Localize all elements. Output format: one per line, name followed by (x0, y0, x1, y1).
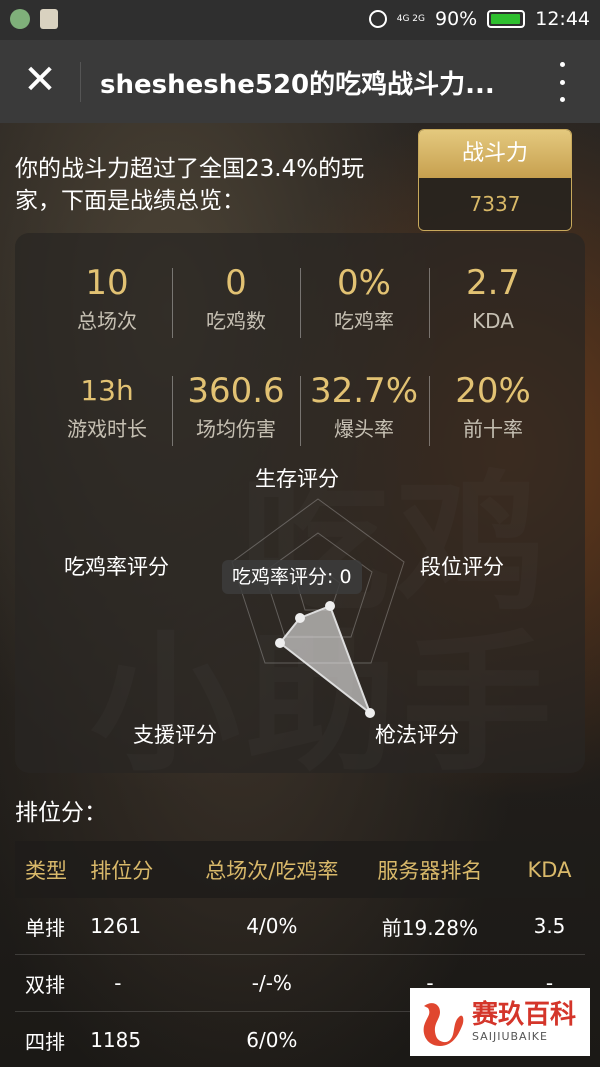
header-server-rank: 服务器排名 (345, 841, 515, 898)
radar-point[interactable] (275, 638, 285, 648)
cell-score: 1261 (89, 898, 198, 955)
radar-axis-rank: 段位评分 (420, 555, 504, 579)
status-bar: 4G 2G 90% 12:44 (0, 0, 600, 40)
battery-percent: 90% (435, 8, 478, 30)
radar-point[interactable] (295, 613, 305, 623)
app-notification-icon (10, 9, 30, 29)
cell-kda: 3.5 (514, 898, 585, 955)
close-button[interactable]: ✕ (18, 58, 62, 102)
table-row[interactable]: 单排 1261 4/0% 前19.28% 3.5 (15, 898, 585, 955)
cell-type: 双排 (15, 954, 90, 1012)
more-menu-button[interactable] (554, 62, 570, 102)
header-games: 总场次/吃鸡率 (197, 841, 346, 898)
radar-tooltip: 吃鸡率评分: 0 (222, 560, 362, 594)
alarm-icon (368, 10, 387, 28)
cell-type: 单排 (15, 898, 90, 955)
header-kda: KDA (514, 841, 585, 898)
radar-axis-survival: 生存评分 (255, 467, 339, 491)
title-divider (80, 62, 81, 102)
more-dot-icon (559, 62, 565, 67)
cell-score: - (89, 954, 198, 1012)
network-indicator: 4G 2G (396, 14, 425, 24)
cell-games: 4/0% (197, 898, 346, 955)
watermark-sub: SAIJIUBAIKE (472, 1030, 548, 1043)
radar-axis-support: 支援评分 (133, 723, 217, 747)
radar-axis-chicken-rate: 吃鸡率评分 (64, 555, 169, 579)
cell-score: 1185 (89, 1011, 198, 1067)
more-dot-icon (559, 79, 565, 85)
radar-point[interactable] (325, 601, 335, 611)
page-title: shesheshe520的吃鸡战斗力... (100, 70, 495, 100)
ranking-title: 排位分： (15, 800, 107, 826)
more-dot-icon (559, 97, 565, 102)
radar-area (278, 604, 373, 716)
ranking-header-row: 类型 排位分 总场次/吃鸡率 服务器排名 KDA (15, 841, 585, 898)
cell-games: -/-% (197, 954, 346, 1012)
radar-chart[interactable] (0, 123, 600, 783)
watermark: 赛玖百科 SAIJIUBAIKE (410, 988, 590, 1056)
cell-server-rank: 前19.28% (345, 898, 515, 955)
battery-icon (487, 10, 526, 28)
content-area[interactable]: 吃鸡 小助手 你的战斗力超过了全国23.4%的玩家，下面是战绩总览： 战斗力 7… (0, 123, 600, 1067)
watermark-name: 赛玖百科 (472, 1000, 577, 1030)
title-bar: ✕ shesheshe520的吃鸡战斗力... (0, 40, 600, 123)
cell-type: 四排 (15, 1011, 90, 1067)
whale-logo-icon (423, 1003, 464, 1046)
header-score: 排位分 (89, 841, 198, 898)
clock: 12:44 (535, 8, 590, 30)
cell-games: 6/0% (197, 1011, 346, 1067)
header-type: 类型 (15, 841, 90, 898)
radar-point[interactable] (365, 708, 375, 718)
radar-axis-shooting: 枪法评分 (375, 723, 459, 747)
robot-notification-icon (40, 9, 58, 29)
